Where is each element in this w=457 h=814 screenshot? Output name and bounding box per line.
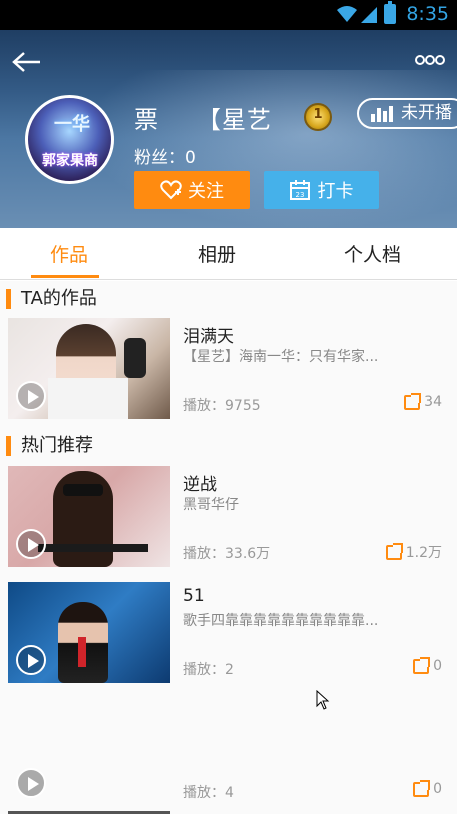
fans-count: 粉丝：0 (134, 148, 196, 168)
back-arrow-icon[interactable] (10, 50, 42, 74)
tab-profile[interactable]: 个人档 (344, 240, 401, 267)
list-item[interactable]: 播放：4 0 (0, 705, 457, 809)
content-list: TA的作品 泪满天 【星艺】海南一华：只有华家... 播放：9755 34 热门… (0, 281, 457, 814)
avatar-text-bottom: 郭家果商 (42, 153, 98, 169)
more-options-icon[interactable] (415, 54, 445, 66)
share-icon (404, 392, 422, 410)
share-icon (413, 656, 431, 674)
share-count-value: 1.2万 (405, 545, 442, 561)
mouse-cursor-icon (316, 690, 330, 710)
live-status-label: 未开播 (401, 103, 452, 123)
share-count-value: 34 (424, 394, 442, 410)
play-count: 播放：33.6万 (183, 546, 271, 562)
play-icon[interactable] (16, 381, 46, 411)
share-icon (385, 542, 403, 560)
video-subtitle: 黑哥华仔 (183, 497, 239, 513)
live-status-badge: 未开播 (357, 98, 457, 129)
share-count[interactable]: 0 (413, 656, 442, 674)
svg-text:23: 23 (295, 191, 304, 199)
video-title: 51 (183, 586, 205, 606)
share-icon (413, 779, 431, 797)
tab-indicator (31, 275, 99, 278)
level-badge-icon: 1 (304, 103, 332, 131)
tab-album[interactable]: 相册 (198, 240, 236, 267)
calendar-icon: 23 (289, 180, 310, 200)
video-subtitle: 歌手四靠靠靠靠靠靠靠靠靠靠... (183, 613, 379, 629)
list-item[interactable]: 逆战 黑哥华仔 播放：33.6万 1.2万 (0, 466, 457, 570)
battery-icon (384, 1, 396, 24)
video-subtitle: 【星艺】海南一华：只有华家... (183, 349, 379, 365)
list-item[interactable]: 泪满天 【星艺】海南一华：只有华家... 播放：9755 34 (0, 318, 457, 422)
follow-label: 关注 (188, 181, 224, 202)
play-count: 播放：9755 (183, 398, 261, 414)
section-title-hot: 热门推荐 (6, 436, 93, 456)
follow-button[interactable]: 关注 (134, 171, 250, 209)
user-name: 票 【星艺 (134, 106, 272, 134)
level-number: 1 (313, 107, 323, 122)
share-count[interactable]: 34 (404, 392, 442, 410)
tab-works[interactable]: 作品 (50, 240, 88, 267)
avatar[interactable]: 一华 郭家果商 (25, 95, 114, 184)
play-icon[interactable] (16, 529, 46, 559)
video-thumbnail[interactable] (8, 705, 170, 806)
share-count[interactable]: 1.2万 (385, 542, 442, 562)
signal-icon (361, 7, 377, 23)
section-title-works: TA的作品 (6, 289, 97, 309)
play-icon[interactable] (16, 645, 46, 675)
video-thumbnail[interactable] (8, 582, 170, 683)
share-count[interactable]: 0 (413, 779, 442, 797)
play-count: 播放：4 (183, 785, 234, 801)
wifi-icon (337, 6, 357, 22)
play-icon[interactable] (16, 768, 46, 798)
play-count: 播放：2 (183, 662, 234, 678)
profile-header: 一华 郭家果商 票 【星艺 1 未开播 粉丝：0 关注 23 打卡 (0, 30, 457, 228)
heart-plus-icon (160, 180, 182, 200)
tab-bar: 作品 相册 个人档 (0, 228, 457, 280)
video-thumbnail[interactable] (8, 318, 170, 419)
share-count-value: 0 (433, 658, 442, 674)
share-count-value: 0 (433, 781, 442, 797)
video-title: 泪满天 (183, 327, 234, 347)
bar-chart-icon (371, 106, 393, 122)
checkin-button[interactable]: 23 打卡 (264, 171, 379, 209)
avatar-text-top: 一华 (54, 114, 90, 135)
video-title: 逆战 (183, 475, 217, 495)
status-bar: 8:35 (0, 0, 457, 30)
clock: 8:35 (406, 3, 449, 25)
list-item[interactable]: 51 歌手四靠靠靠靠靠靠靠靠靠靠... 播放：2 0 (0, 582, 457, 686)
checkin-label: 打卡 (317, 181, 354, 202)
video-thumbnail[interactable] (8, 466, 170, 567)
